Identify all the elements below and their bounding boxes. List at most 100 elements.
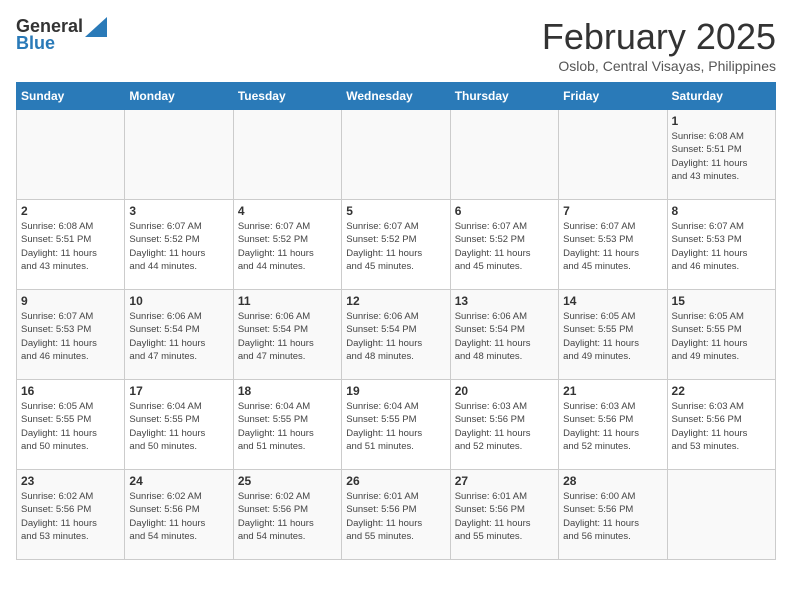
day-number: 28: [563, 474, 662, 488]
day-info: Sunrise: 6:05 AM Sunset: 5:55 PM Dayligh…: [21, 400, 120, 453]
day-info: Sunrise: 6:07 AM Sunset: 5:52 PM Dayligh…: [346, 220, 445, 273]
calendar-week-row: 23 Sunrise: 6:02 AM Sunset: 5:56 PM Dayli…: [17, 470, 776, 560]
day-info: Sunrise: 6:04 AM Sunset: 5:55 PM Dayligh…: [346, 400, 445, 453]
day-number: 26: [346, 474, 445, 488]
day-info: Sunrise: 6:00 AM Sunset: 5:56 PM Dayligh…: [563, 490, 662, 543]
day-number: 21: [563, 384, 662, 398]
calendar-cell: 28 Sunrise: 6:00 AM Sunset: 5:56 PM Dayli…: [559, 470, 667, 560]
calendar-cell: 16 Sunrise: 6:05 AM Sunset: 5:55 PM Dayli…: [17, 380, 125, 470]
location: Oslob, Central Visayas, Philippines: [542, 58, 776, 74]
day-info: Sunrise: 6:08 AM Sunset: 5:51 PM Dayligh…: [21, 220, 120, 273]
day-number: 3: [129, 204, 228, 218]
day-info: Sunrise: 6:03 AM Sunset: 5:56 PM Dayligh…: [455, 400, 554, 453]
day-number: 10: [129, 294, 228, 308]
day-info: Sunrise: 6:06 AM Sunset: 5:54 PM Dayligh…: [238, 310, 337, 363]
calendar-cell: 7 Sunrise: 6:07 AM Sunset: 5:53 PM Daylig…: [559, 200, 667, 290]
calendar-cell: [17, 110, 125, 200]
calendar-cell: 11 Sunrise: 6:06 AM Sunset: 5:54 PM Dayli…: [233, 290, 341, 380]
day-number: 23: [21, 474, 120, 488]
calendar-cell: 15 Sunrise: 6:05 AM Sunset: 5:55 PM Dayli…: [667, 290, 775, 380]
day-info: Sunrise: 6:02 AM Sunset: 5:56 PM Dayligh…: [21, 490, 120, 543]
logo: General Blue: [16, 16, 107, 54]
calendar-cell: 5 Sunrise: 6:07 AM Sunset: 5:52 PM Daylig…: [342, 200, 450, 290]
day-of-week-header: Monday: [125, 83, 233, 110]
day-number: 7: [563, 204, 662, 218]
calendar-cell: 10 Sunrise: 6:06 AM Sunset: 5:54 PM Dayli…: [125, 290, 233, 380]
calendar-cell: [450, 110, 558, 200]
day-info: Sunrise: 6:07 AM Sunset: 5:52 PM Dayligh…: [238, 220, 337, 273]
calendar-cell: 19 Sunrise: 6:04 AM Sunset: 5:55 PM Dayli…: [342, 380, 450, 470]
day-number: 24: [129, 474, 228, 488]
calendar-cell: 21 Sunrise: 6:03 AM Sunset: 5:56 PM Dayli…: [559, 380, 667, 470]
day-info: Sunrise: 6:06 AM Sunset: 5:54 PM Dayligh…: [346, 310, 445, 363]
day-number: 17: [129, 384, 228, 398]
day-info: Sunrise: 6:02 AM Sunset: 5:56 PM Dayligh…: [238, 490, 337, 543]
calendar-cell: 12 Sunrise: 6:06 AM Sunset: 5:54 PM Dayli…: [342, 290, 450, 380]
day-of-week-header: Wednesday: [342, 83, 450, 110]
calendar-cell: 2 Sunrise: 6:08 AM Sunset: 5:51 PM Daylig…: [17, 200, 125, 290]
day-info: Sunrise: 6:01 AM Sunset: 5:56 PM Dayligh…: [455, 490, 554, 543]
title-block: February 2025 Oslob, Central Visayas, Ph…: [542, 16, 776, 74]
month-title: February 2025: [542, 16, 776, 58]
day-of-week-header: Sunday: [17, 83, 125, 110]
calendar-cell: [125, 110, 233, 200]
calendar-cell: 4 Sunrise: 6:07 AM Sunset: 5:52 PM Daylig…: [233, 200, 341, 290]
calendar-week-row: 9 Sunrise: 6:07 AM Sunset: 5:53 PM Daylig…: [17, 290, 776, 380]
day-number: 9: [21, 294, 120, 308]
logo-icon: [85, 17, 107, 37]
day-info: Sunrise: 6:03 AM Sunset: 5:56 PM Dayligh…: [563, 400, 662, 453]
day-number: 11: [238, 294, 337, 308]
day-info: Sunrise: 6:04 AM Sunset: 5:55 PM Dayligh…: [129, 400, 228, 453]
day-number: 4: [238, 204, 337, 218]
calendar-cell: 22Sunrise: 6:03 AM Sunset: 5:56 PM Dayli…: [667, 380, 775, 470]
calendar-cell: 25 Sunrise: 6:02 AM Sunset: 5:56 PM Dayli…: [233, 470, 341, 560]
day-info: Sunrise: 6:02 AM Sunset: 5:56 PM Dayligh…: [129, 490, 228, 543]
calendar-cell: 27 Sunrise: 6:01 AM Sunset: 5:56 PM Dayli…: [450, 470, 558, 560]
day-of-week-header: Saturday: [667, 83, 775, 110]
day-number: 25: [238, 474, 337, 488]
calendar-cell: 20Sunrise: 6:03 AM Sunset: 5:56 PM Dayli…: [450, 380, 558, 470]
day-info: Sunrise: 6:07 AM Sunset: 5:53 PM Dayligh…: [563, 220, 662, 273]
calendar-cell: 8Sunrise: 6:07 AM Sunset: 5:53 PM Daylig…: [667, 200, 775, 290]
day-info: Sunrise: 6:04 AM Sunset: 5:55 PM Dayligh…: [238, 400, 337, 453]
calendar-cell: [233, 110, 341, 200]
day-number: 5: [346, 204, 445, 218]
day-of-week-header: Tuesday: [233, 83, 341, 110]
day-number: 27: [455, 474, 554, 488]
day-number: 13: [455, 294, 554, 308]
day-number: 19: [346, 384, 445, 398]
day-info: Sunrise: 6:01 AM Sunset: 5:56 PM Dayligh…: [346, 490, 445, 543]
day-number: 15: [672, 294, 771, 308]
day-info: Sunrise: 6:05 AM Sunset: 5:55 PM Dayligh…: [563, 310, 662, 363]
calendar-week-row: 1Sunrise: 6:08 AM Sunset: 5:51 PM Daylig…: [17, 110, 776, 200]
day-of-week-header: Thursday: [450, 83, 558, 110]
calendar-cell: 14 Sunrise: 6:05 AM Sunset: 5:55 PM Dayli…: [559, 290, 667, 380]
calendar-cell: 24 Sunrise: 6:02 AM Sunset: 5:56 PM Dayli…: [125, 470, 233, 560]
day-info: Sunrise: 6:07 AM Sunset: 5:53 PM Dayligh…: [672, 220, 771, 273]
day-number: 2: [21, 204, 120, 218]
day-number: 12: [346, 294, 445, 308]
day-of-week-header: Friday: [559, 83, 667, 110]
calendar-cell: [559, 110, 667, 200]
calendar-cell: 3Sunrise: 6:07 AM Sunset: 5:52 PM Daylig…: [125, 200, 233, 290]
calendar-cell: 6 Sunrise: 6:07 AM Sunset: 5:52 PM Daylig…: [450, 200, 558, 290]
day-number: 14: [563, 294, 662, 308]
logo-blue: Blue: [16, 33, 55, 54]
day-info: Sunrise: 6:06 AM Sunset: 5:54 PM Dayligh…: [129, 310, 228, 363]
day-number: 1: [672, 114, 771, 128]
day-number: 22: [672, 384, 771, 398]
day-number: 6: [455, 204, 554, 218]
calendar-cell: 13Sunrise: 6:06 AM Sunset: 5:54 PM Dayli…: [450, 290, 558, 380]
calendar-cell: 17 Sunrise: 6:04 AM Sunset: 5:55 PM Dayli…: [125, 380, 233, 470]
day-info: Sunrise: 6:05 AM Sunset: 5:55 PM Dayligh…: [672, 310, 771, 363]
calendar-cell: [342, 110, 450, 200]
day-info: Sunrise: 6:07 AM Sunset: 5:53 PM Dayligh…: [21, 310, 120, 363]
day-number: 16: [21, 384, 120, 398]
calendar-header-row: SundayMondayTuesdayWednesdayThursdayFrid…: [17, 83, 776, 110]
calendar-cell: 18 Sunrise: 6:04 AM Sunset: 5:55 PM Dayli…: [233, 380, 341, 470]
calendar-week-row: 16 Sunrise: 6:05 AM Sunset: 5:55 PM Dayli…: [17, 380, 776, 470]
page-header: General Blue February 2025 Oslob, Centra…: [16, 16, 776, 74]
calendar-week-row: 2 Sunrise: 6:08 AM Sunset: 5:51 PM Daylig…: [17, 200, 776, 290]
day-info: Sunrise: 6:07 AM Sunset: 5:52 PM Dayligh…: [455, 220, 554, 273]
day-number: 18: [238, 384, 337, 398]
